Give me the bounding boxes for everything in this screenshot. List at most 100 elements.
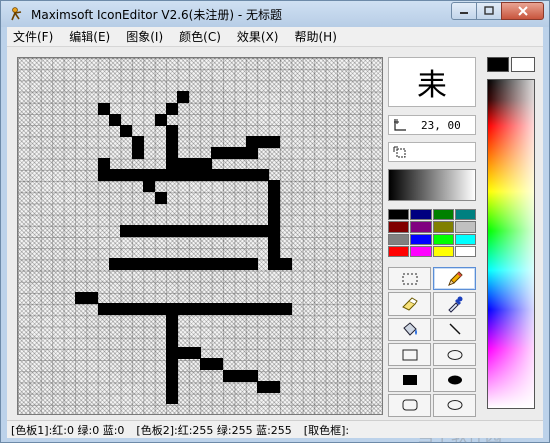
grayscale-gradient-picker[interactable] [388, 169, 476, 201]
line-icon [449, 323, 460, 335]
palette-swatch[interactable] [410, 209, 432, 221]
canvas-pixel [245, 258, 258, 271]
canvas-pixel [188, 258, 201, 271]
canvas-pixel [200, 358, 212, 371]
ellipse-tool-2[interactable] [433, 393, 476, 417]
menu-effects[interactable]: 效果(X) [237, 28, 279, 45]
eyedropper-icon [447, 296, 462, 313]
palette-swatch[interactable] [410, 221, 432, 233]
line-tool[interactable] [433, 317, 476, 341]
rect-tool[interactable] [388, 343, 431, 367]
canvas-pixel [131, 147, 144, 159]
canvas-pixel [143, 258, 156, 271]
rectangle-outline-icon [402, 349, 417, 361]
canvas-pixel [165, 102, 178, 115]
pencil-tool[interactable] [433, 267, 476, 291]
canvas-pixel [86, 291, 99, 304]
canvas-pixel [268, 258, 281, 271]
canvas-pixel [177, 302, 190, 315]
menu-image[interactable]: 图象(I) [126, 28, 163, 45]
canvas-pixel [143, 180, 156, 193]
palette-swatch[interactable] [388, 245, 410, 257]
color-spectrum-picker[interactable] [487, 79, 535, 409]
canvas-pixel [256, 302, 269, 315]
filled-rect-tool[interactable] [388, 368, 431, 392]
canvas-pixel [234, 147, 247, 159]
canvas-pixel [256, 135, 269, 148]
canvas-pixel [222, 302, 235, 315]
menu-color[interactable]: 颜色(C) [179, 28, 221, 45]
canvas-pixel [279, 258, 292, 271]
ellipse-filled-icon [447, 375, 462, 385]
palette-swatch[interactable] [432, 209, 454, 221]
canvas-pixel [97, 302, 110, 315]
rounded-rect-tool[interactable] [388, 393, 431, 417]
menu-help[interactable]: 帮助(H) [294, 28, 336, 45]
palette-swatch[interactable] [388, 209, 410, 221]
pencil-icon [447, 270, 463, 286]
palette-swatch[interactable] [410, 245, 432, 257]
canvas-pixel [222, 369, 235, 382]
rounded-rect-icon [402, 399, 417, 411]
canvas-pixel [256, 380, 269, 393]
filled-ellipse-tool[interactable] [433, 368, 476, 392]
canvas-pixel [109, 169, 121, 182]
canvas-pixel [256, 169, 269, 182]
canvas-pixel [188, 347, 201, 360]
paint-bucket-icon [402, 322, 417, 337]
canvas-pixel [268, 302, 281, 315]
canvas-pixel [234, 224, 247, 237]
palette-swatch[interactable] [454, 233, 476, 245]
canvas-pixel [222, 169, 235, 182]
fill-tool[interactable] [388, 317, 431, 341]
maximize-icon [484, 6, 494, 15]
crosshair-corner-icon [394, 119, 406, 131]
canvas-pixel [211, 258, 224, 271]
palette-swatch[interactable] [410, 233, 432, 245]
canvas-pixel [177, 91, 190, 104]
menu-file[interactable]: 文件(F) [13, 28, 53, 45]
palette-swatch[interactable] [432, 233, 454, 245]
background-color-swatch[interactable] [511, 57, 535, 72]
canvas-pixel [211, 302, 224, 315]
canvas-pixel [200, 302, 212, 315]
status-palette2: [色板2]:红:255 绿:255 蓝:255 [136, 423, 292, 437]
palette-swatch[interactable] [432, 245, 454, 257]
canvas-pixel [188, 224, 201, 237]
foreground-color-swatch[interactable] [487, 57, 509, 72]
canvas-pixel [97, 169, 110, 182]
app-window: Maximsoft IconEditor V2.6(未注册) - 无标题 文件(… [0, 0, 550, 443]
eyedropper-tool[interactable] [433, 292, 476, 316]
minimize-button[interactable] [451, 2, 477, 20]
canvas-pixel [177, 347, 190, 360]
canvas-pixel [97, 102, 110, 115]
close-icon [517, 6, 528, 16]
select-rect-tool[interactable] [388, 267, 431, 291]
close-button[interactable] [501, 2, 544, 20]
eraser-tool[interactable] [388, 292, 431, 316]
palette-swatch[interactable] [454, 209, 476, 221]
palette-swatch[interactable] [454, 221, 476, 233]
cursor-coordinates: 23, 00 [388, 115, 476, 135]
canvas-pixel [131, 169, 144, 182]
canvas-pixel [165, 169, 178, 182]
canvas-pixel [234, 169, 247, 182]
pixel-canvas[interactable] [17, 57, 383, 415]
canvas-pixel [245, 147, 258, 159]
menu-edit[interactable]: 编辑(E) [69, 28, 110, 45]
canvas-pixel [120, 302, 133, 315]
canvas-pixel [109, 302, 121, 315]
ellipse-tool[interactable] [433, 343, 476, 367]
palette-swatch[interactable] [388, 233, 410, 245]
palette-swatch[interactable] [388, 221, 410, 233]
status-picker: [取色框]: [303, 423, 350, 437]
canvas-pixel [154, 258, 167, 271]
canvas-pixel [200, 258, 212, 271]
palette-swatch[interactable] [432, 221, 454, 233]
palette-swatch[interactable] [454, 245, 476, 257]
maximize-button[interactable] [476, 2, 502, 20]
canvas-pixel [165, 391, 178, 404]
resize-icon [393, 146, 406, 158]
canvas-pixel [234, 369, 247, 382]
rectangle-filled-icon [402, 374, 417, 385]
